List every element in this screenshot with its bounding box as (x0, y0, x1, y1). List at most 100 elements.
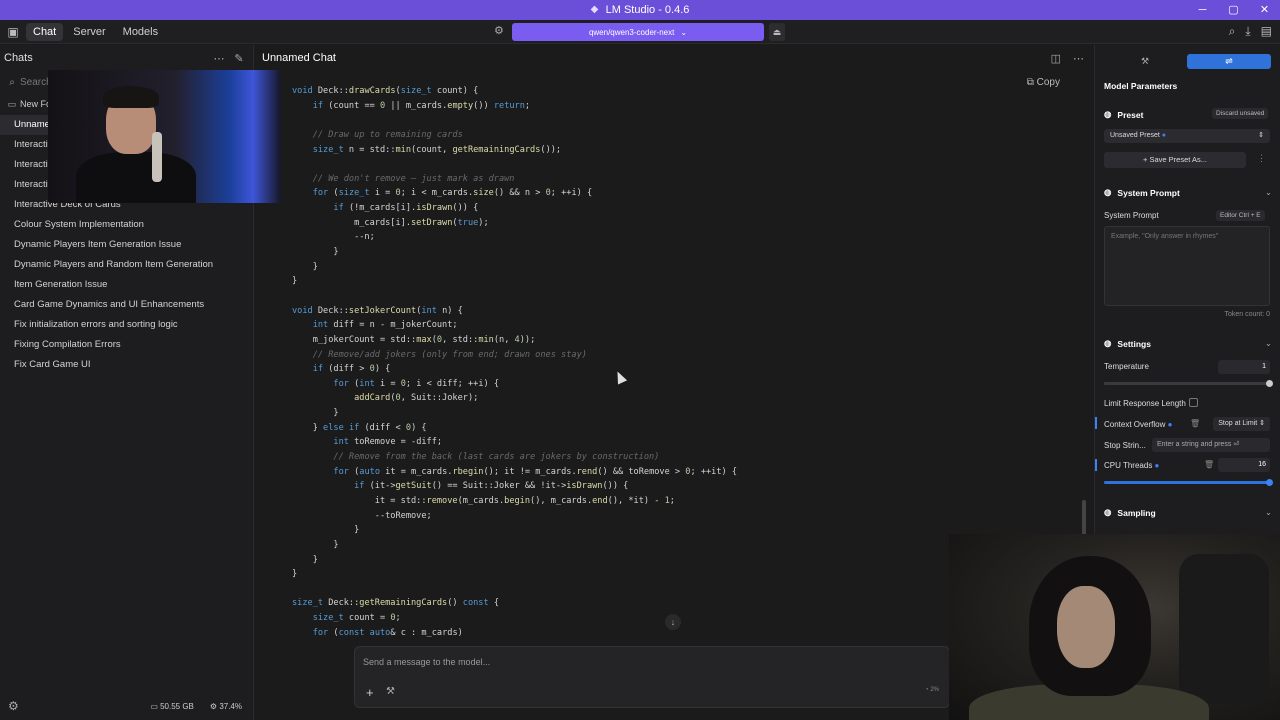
settings-icon: ◍ (1104, 338, 1112, 348)
tab-chat[interactable]: Chat (26, 22, 64, 41)
app-settings-gear-icon[interactable]: ⚙ (8, 699, 19, 713)
save-preset-button[interactable]: + Save Preset As... (1104, 152, 1246, 168)
maximize-icon[interactable]: ▢ (1218, 0, 1249, 20)
editor-button[interactable]: Editor Ctrl + E (1216, 210, 1265, 221)
cpu-icon: ⚙ (209, 701, 220, 711)
context-overflow-label: Context Overflow ● (1104, 420, 1173, 429)
ram-value: 50.55 GB (160, 701, 194, 711)
split-view-icon[interactable]: ◫ (1051, 52, 1061, 65)
chat-title[interactable]: Unnamed Chat (262, 52, 336, 64)
system-prompt-section-header[interactable]: ◍ System Prompt ⌄ (1104, 187, 1272, 198)
more-options-icon[interactable]: ⋯ (1073, 52, 1084, 65)
model-name: qwen/qwen3-coder-next (588, 27, 675, 37)
new-chat-icon[interactable]: ✎ (229, 52, 249, 65)
cpu-threads-fill (1104, 481, 1270, 484)
minimize-icon[interactable]: ─ (1187, 0, 1218, 20)
sidebar-footer: ⚙ ▭ 50.55 GB ⚙ 37.4% (0, 692, 254, 720)
right-panel-toggle-icon[interactable]: ▤ (1261, 24, 1272, 39)
chevron-down-icon: ⌄ (1264, 338, 1272, 348)
code-line: if (!m_cards[i].isDrawn()) { (333, 203, 479, 214)
top-nav-bar: ▣ Chat Server Models ⚙ qwen/qwen3-coder-… (0, 20, 1280, 44)
temperature-input[interactable]: 1 (1218, 360, 1270, 374)
chat-item[interactable]: Item Generation Issue (0, 275, 253, 295)
save-preset-label: Save Preset As... (1149, 155, 1207, 164)
context-overflow-select[interactable]: Stop at Limit ⇕ (1213, 417, 1270, 431)
discard-unsaved-button[interactable]: Discard unsaved (1212, 108, 1269, 119)
cpu-threads-knob[interactable] (1266, 479, 1273, 486)
code-line: } (292, 539, 339, 550)
code-line: for (size_t i = 0; i < m_cards.size() &&… (312, 188, 593, 199)
chat-item[interactable]: Fixing Compilation Errors (0, 335, 253, 355)
download-icon[interactable]: ⤓ (1245, 24, 1250, 39)
code-line: void Deck::drawCards(size_t count) { (292, 86, 479, 96)
temperature-knob[interactable] (1266, 380, 1273, 387)
system-prompt-placeholder: Example, "Only answer in rhymes" (1111, 233, 1219, 240)
system-prompt-textarea[interactable]: Example, "Only answer in rhymes" (1104, 226, 1270, 306)
chat-item[interactable]: Dynamic Players and Random Item Generati… (0, 255, 253, 275)
trash-icon[interactable]: 🗑 (1190, 419, 1200, 428)
more-options-icon[interactable]: ⋮ (1257, 153, 1266, 164)
sidebar-toggle-icon[interactable]: ▣ (0, 25, 26, 39)
code-line: addCard(0, Suit::Joker); (354, 393, 479, 404)
tab-server[interactable]: Server (66, 23, 112, 41)
chevron-down-icon: ⌄ (680, 27, 688, 37)
cpu-value: 37.4% (219, 701, 242, 711)
system-prompt-label: System Prompt (1104, 211, 1159, 220)
webcam-overlay-streamer (48, 70, 281, 203)
chat-item[interactable]: Dynamic Players Item Generation Issue (0, 235, 253, 255)
trash-icon[interactable]: 🗑 (1204, 460, 1214, 469)
limit-response-label: Limit Response Length (1104, 399, 1186, 408)
stop-strings-label: Stop Strin... (1104, 441, 1146, 450)
search-placeholder: Search (20, 76, 52, 88)
chat-scrollbar[interactable] (1082, 500, 1086, 535)
tools-icon[interactable]: ⚒ (386, 686, 395, 697)
cpu-threads-slider[interactable] (1104, 479, 1273, 486)
parameters-tab-icon[interactable]: ⇌ (1187, 54, 1271, 69)
tab-models[interactable]: Models (116, 23, 165, 41)
context-usage: ◔ 2% (925, 687, 939, 693)
code-line: if (diff > 0) { (312, 364, 391, 375)
new-folder-label: New Fo (20, 99, 52, 109)
eject-model-icon[interactable]: ⏏ (769, 23, 785, 41)
tools-tab-icon[interactable]: ⚒ (1103, 54, 1187, 69)
code-line: size_t Deck::getRemainingCards() const { (292, 598, 499, 609)
chat-item[interactable]: Colour System Implementation (0, 215, 253, 235)
code-line: } (292, 247, 339, 258)
temperature-label: Temperature (1104, 362, 1149, 371)
cpu-threads-input[interactable]: 16 (1218, 458, 1270, 472)
limit-response-checkbox[interactable] (1189, 398, 1198, 407)
copy-label: Copy (1036, 77, 1060, 88)
code-line: } (292, 261, 318, 272)
code-content: void Deck::drawCards(size_t count) { if … (292, 84, 737, 637)
copy-button[interactable]: ⧉ Copy (1027, 77, 1060, 88)
sampling-icon: ◍ (1104, 507, 1112, 517)
code-line: } else if (diff < 0) { (292, 422, 427, 433)
code-line: void Deck::setJokerCount(int n) { (292, 305, 463, 316)
temperature-slider[interactable] (1104, 380, 1273, 387)
search-models-icon[interactable]: ⌕ (1229, 24, 1236, 39)
code-line: // Remove from the back (last cards are … (333, 452, 660, 463)
close-icon[interactable]: ✕ (1249, 0, 1280, 20)
cpu-usage: ⚙ 37.4% (206, 700, 246, 713)
model-settings-gear-icon[interactable]: ⚙ (494, 24, 504, 37)
folder-icon: ▭ (7, 98, 17, 109)
sampling-header: Sampling (1117, 507, 1156, 518)
ram-usage: ▭ 50.55 GB (146, 700, 198, 713)
chat-item[interactable]: Fix Card Game UI (0, 355, 253, 375)
chat-item[interactable]: Fix initialization errors and sorting lo… (0, 315, 253, 335)
stop-strings-input[interactable]: Enter a string and press ⏎ (1152, 438, 1270, 452)
add-attachment-icon[interactable]: + (366, 685, 374, 700)
scroll-to-bottom-icon[interactable]: ↓ (665, 614, 681, 630)
code-line: m_cards[i].setDrawn(true); (292, 217, 489, 228)
message-composer[interactable]: Send a message to the model... + ⚒ ◔ 2% (354, 646, 950, 708)
more-options-icon[interactable]: ⋯ (209, 52, 229, 65)
preset-select[interactable]: Unsaved Preset ● ⇕ (1104, 129, 1270, 143)
code-line: int toRemove = -diff; (333, 437, 443, 448)
chat-item[interactable]: Card Game Dynamics and UI Enhancements (0, 295, 253, 315)
sampling-section-header[interactable]: ◍ Sampling ⌄ (1104, 507, 1272, 518)
code-line: } (292, 525, 360, 536)
settings-section-header[interactable]: ◍ Settings ⌄ (1104, 338, 1272, 349)
model-selector[interactable]: qwen/qwen3-coder-next ⌄ (512, 23, 764, 41)
